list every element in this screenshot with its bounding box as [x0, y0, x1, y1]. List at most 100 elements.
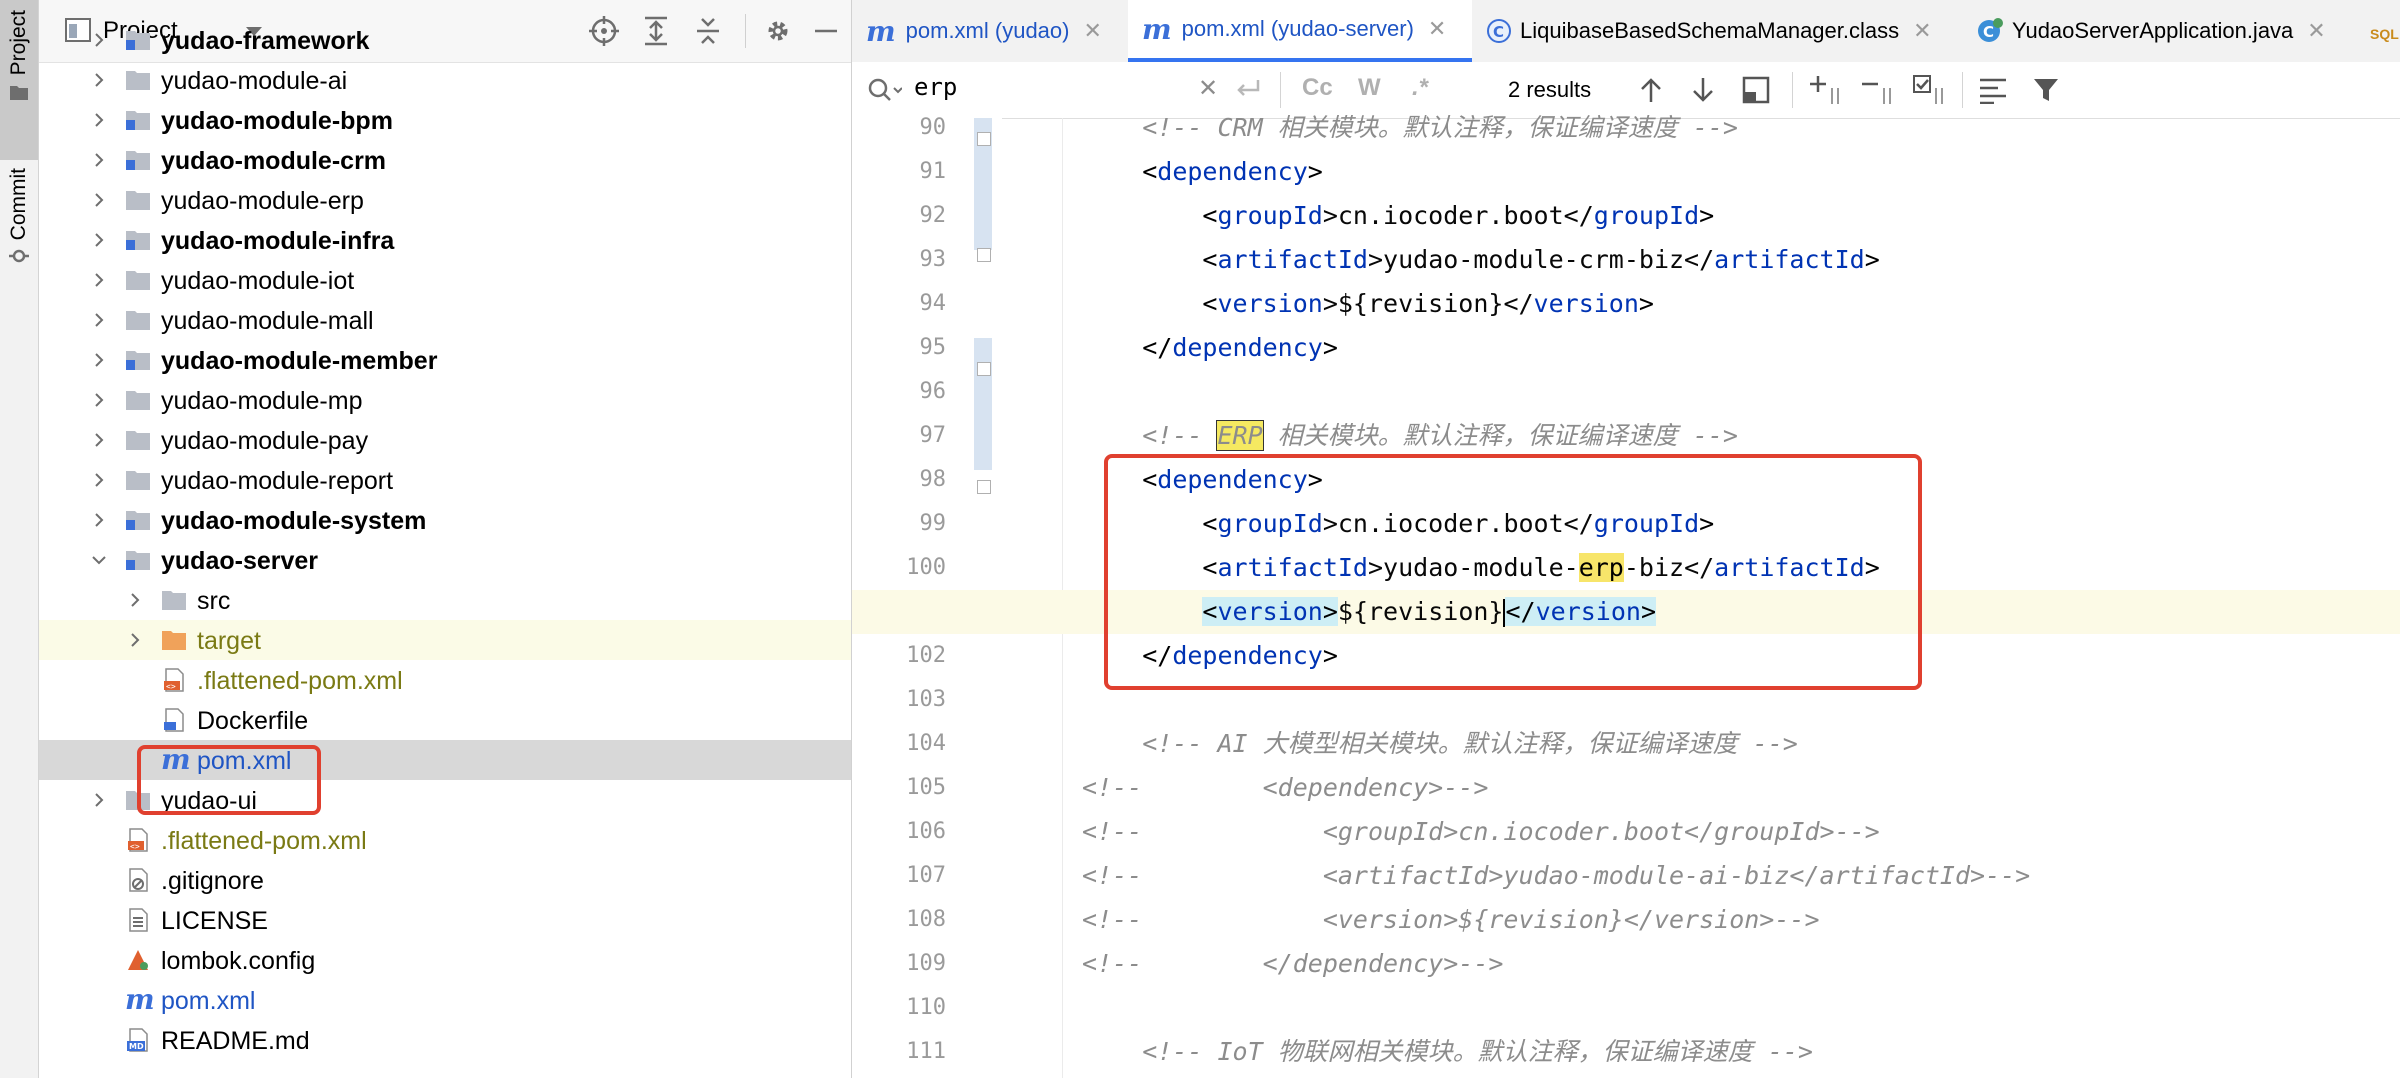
code-token: 相关模块。默认注释，保证编译速度 -->: [1262, 421, 1738, 450]
close-icon[interactable]: ✕: [1428, 16, 1446, 42]
filter-lines-icon[interactable]: [1978, 76, 2008, 104]
chevron-right-icon[interactable]: [91, 352, 107, 368]
tab-label: LiquibaseBasedSchemaManager.class: [1520, 18, 1900, 43]
chevron-right-icon[interactable]: [91, 192, 107, 208]
arrow-down-icon[interactable]: [1690, 76, 1716, 104]
chevron-right-icon[interactable]: [91, 72, 107, 88]
code-line[interactable]: <dependency>: [852, 150, 2400, 194]
search-icon[interactable]: [866, 76, 902, 104]
code-line[interactable]: <version>${revision}</version>: [852, 282, 2400, 326]
code-line[interactable]: [852, 986, 2400, 1030]
chevron-right-icon[interactable]: [91, 32, 107, 48]
tree-item-yudao-module-mall[interactable]: yudao-module-mall: [39, 300, 851, 340]
match-case-toggle[interactable]: Cc: [1302, 74, 1333, 102]
filter-icon[interactable]: [2032, 76, 2060, 104]
clear-search-icon[interactable]: ✕: [1198, 74, 1218, 103]
chevron-right-icon[interactable]: [91, 112, 107, 128]
tree-item-yudao-module-iot[interactable]: yudao-module-iot: [39, 260, 851, 300]
excluded-folder-icon: [162, 631, 186, 650]
tree-item-label: yudao-module-mp: [161, 387, 363, 415]
tree-item-yudao-module-ai[interactable]: yudao-module-ai: [39, 60, 851, 100]
add-occurrence-icon[interactable]: [1808, 74, 1844, 106]
tree-item-label: README.md: [161, 1027, 310, 1055]
whole-word-toggle[interactable]: W: [1358, 74, 1381, 102]
regex-toggle[interactable]: .*: [1412, 74, 1428, 102]
code-line[interactable]: <!-- <version>${revision}</version>-->: [852, 898, 2400, 942]
arrow-up-icon[interactable]: [1638, 76, 1664, 104]
chevron-right-icon[interactable]: [91, 272, 107, 288]
code-token: >${revision}</: [1322, 289, 1534, 318]
close-icon[interactable]: ✕: [1913, 18, 1931, 44]
chevron-down-icon[interactable]: [91, 552, 107, 568]
editor-area: m pom.xml (yudao) ✕ m pom.xml (yudao-ser…: [852, 0, 2400, 1078]
chevron-right-icon[interactable]: [91, 392, 107, 408]
tree-item-yudao-module-mp[interactable]: yudao-module-mp: [39, 380, 851, 420]
tree-item-license[interactable]: LICENSE: [39, 900, 851, 940]
code-line[interactable]: <!-- AI 大模型相关模块。默认注释，保证编译速度 -->: [852, 722, 2400, 766]
tree-item-yudao-module-erp[interactable]: yudao-module-erp: [39, 180, 851, 220]
chevron-right-icon[interactable]: [91, 152, 107, 168]
code-line[interactable]: <groupId>cn.iocoder.boot</groupId>: [852, 194, 2400, 238]
chevron-right-icon[interactable]: [91, 312, 107, 328]
close-icon[interactable]: ✕: [1083, 18, 1101, 44]
tab-pom-yudao[interactable]: m pom.xml (yudao) ✕: [866, 0, 1128, 62]
folder-icon: [126, 191, 150, 210]
tree-item-yudao-module-crm[interactable]: yudao-module-crm: [39, 140, 851, 180]
new-line-icon[interactable]: [1234, 78, 1262, 102]
tab-pom-yudao-server[interactable]: m pom.xml (yudao-server) ✕: [1128, 0, 1472, 62]
config-file-icon: [128, 950, 148, 970]
code-token: <: [1082, 201, 1218, 230]
code-line[interactable]: </dependency>: [852, 326, 2400, 370]
code-line[interactable]: [852, 370, 2400, 414]
tree-item-label: yudao-module-bpm: [161, 107, 393, 135]
tree-item-gitignore[interactable]: .gitignore: [39, 860, 851, 900]
tree-item-label: yudao-module-erp: [161, 187, 364, 215]
close-icon[interactable]: ✕: [2307, 18, 2325, 44]
tree-item-yudao-framework[interactable]: yudao-framework: [39, 20, 851, 60]
tree-item-label: yudao-module-pay: [161, 427, 369, 455]
chevron-right-icon[interactable]: [91, 472, 107, 488]
chevron-right-icon[interactable]: [91, 512, 107, 528]
chevron-right-icon[interactable]: [127, 632, 143, 648]
tree-item-label: LICENSE: [161, 907, 268, 935]
tree-item-yudao-module-infra[interactable]: yudao-module-infra: [39, 220, 851, 260]
code-line[interactable]: <!-- CRM 相关模块。默认注释，保证编译速度 -->: [852, 106, 2400, 150]
code-line[interactable]: <!-- <dependency>-->: [852, 766, 2400, 810]
docker-file-icon: [164, 708, 184, 732]
tree-item-src[interactable]: src: [39, 580, 851, 620]
chevron-right-icon[interactable]: [91, 792, 107, 808]
tree-item-yudao-module-pay[interactable]: yudao-module-pay: [39, 420, 851, 460]
tab-liquibase-class[interactable]: C LiquibaseBasedSchemaManager.class ✕: [1486, 0, 1956, 62]
tree-item-yudao-module-bpm[interactable]: yudao-module-bpm: [39, 100, 851, 140]
code-line[interactable]: <!-- <artifactId>yudao-module-ai-biz</ar…: [852, 854, 2400, 898]
tree-item-flattened-pom[interactable]: <> .flattened-pom.xml: [39, 660, 851, 700]
tree-item-lombok-config[interactable]: lombok.config: [39, 940, 851, 980]
remove-occurrence-icon[interactable]: [1860, 74, 1896, 106]
search-input[interactable]: [912, 72, 1216, 102]
tree-item-root-flattened-pom[interactable]: <> .flattened-pom.xml: [39, 820, 851, 860]
sql-file-icon[interactable]: SQL: [2370, 26, 2399, 42]
code-line[interactable]: <artifactId>yudao-module-crm-biz</artifa…: [852, 238, 2400, 282]
tree-item-target[interactable]: target: [39, 620, 851, 660]
tree-item-yudao-module-system[interactable]: yudao-module-system: [39, 500, 851, 540]
code-line[interactable]: <!-- ERP 相关模块。默认注释，保证编译速度 -->: [852, 414, 2400, 458]
chevron-right-icon[interactable]: [91, 432, 107, 448]
code-line[interactable]: <!-- </dependency>-->: [852, 942, 2400, 986]
tree-item-dockerfile[interactable]: Dockerfile: [39, 700, 851, 740]
tree-item-yudao-module-member[interactable]: yudao-module-member: [39, 340, 851, 380]
tree-item-yudao-module-report[interactable]: yudao-module-report: [39, 460, 851, 500]
open-in-window-icon[interactable]: [1742, 76, 1770, 104]
code-line[interactable]: <!-- <groupId>cn.iocoder.boot</groupId>-…: [852, 810, 2400, 854]
class-icon: C: [1487, 19, 1511, 43]
tree-item-yudao-server[interactable]: yudao-server: [39, 540, 851, 580]
project-tool-tab[interactable]: Project: [0, 0, 38, 160]
tab-yudao-server-application[interactable]: C YudaoServerApplication.java ✕: [1976, 0, 2372, 62]
chevron-right-icon[interactable]: [127, 592, 143, 608]
select-all-occurrences-icon[interactable]: [1912, 74, 1948, 106]
folder-icon: [126, 71, 150, 90]
commit-tool-tab[interactable]: Commit: [0, 160, 38, 298]
code-line[interactable]: <!-- IoT 物联网相关模块。默认注释，保证编译速度 -->: [852, 1030, 2400, 1074]
tree-item-root-pom-xml[interactable]: m pom.xml: [39, 980, 851, 1020]
chevron-right-icon[interactable]: [91, 232, 107, 248]
tree-item-readme[interactable]: MD README.md: [39, 1020, 851, 1060]
